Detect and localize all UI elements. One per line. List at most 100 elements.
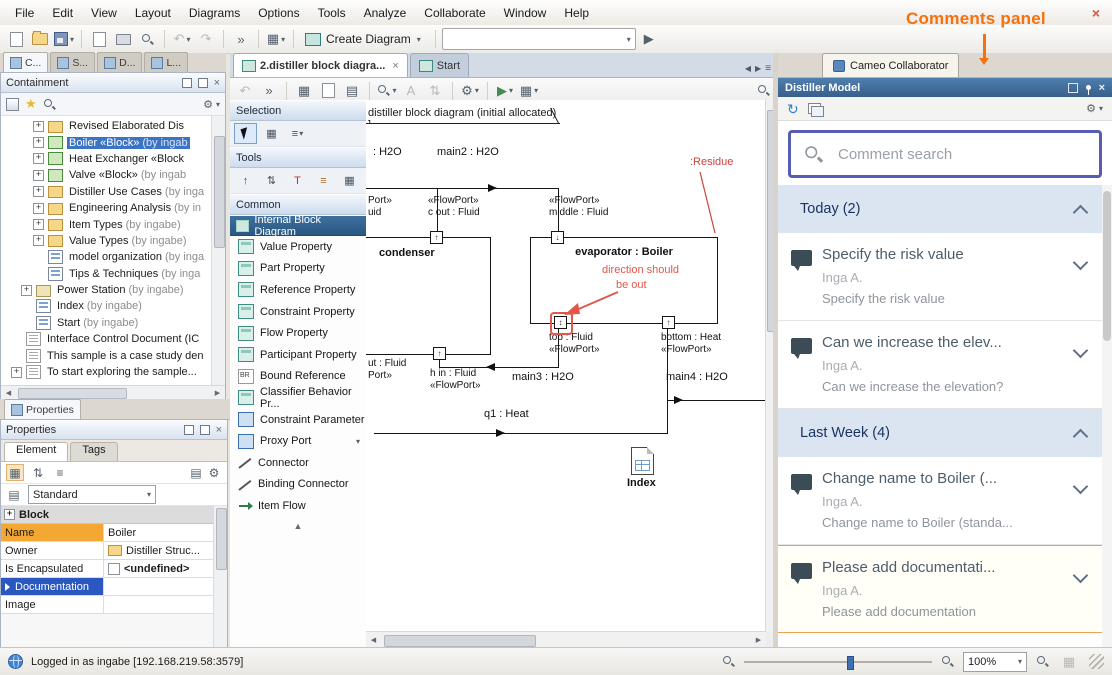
- palette-section-common[interactable]: Common: [230, 194, 366, 215]
- palette-item-proxy-port[interactable]: Proxy Port▾: [230, 430, 366, 452]
- comment-list[interactable]: Today (2) Specify the risk value Inga A.…: [778, 185, 1112, 648]
- comment-item-increase-elevation[interactable]: Can we increase the elev... Inga A. Can …: [778, 321, 1112, 409]
- close-tab-icon[interactable]: ×: [392, 60, 398, 72]
- menu-layout[interactable]: Layout: [126, 2, 180, 24]
- expander-icon[interactable]: [33, 219, 44, 230]
- sort-icon[interactable]: ⇅: [30, 465, 46, 480]
- zoom-level-select[interactable]: 100%▾: [963, 652, 1027, 672]
- menu-tools[interactable]: Tools: [309, 2, 355, 24]
- lasso-select-button[interactable]: ≡▾: [286, 123, 309, 144]
- scroll-left-icon[interactable]: ◀: [366, 636, 381, 644]
- palette-item-flow-property[interactable]: Flow Property: [230, 322, 366, 344]
- find-button[interactable]: [136, 28, 158, 50]
- undo-button[interactable]: ↶▾: [171, 28, 193, 50]
- comment-item-specify-risk[interactable]: Specify the risk value Inga A. Specify t…: [778, 233, 1112, 321]
- expander-icon[interactable]: [33, 235, 44, 246]
- scroll-left-icon[interactable]: ◀: [1, 389, 16, 397]
- property-row-documentation[interactable]: Documentation: [1, 578, 227, 596]
- next-tab-icon[interactable]: ▶: [755, 64, 761, 73]
- section-today[interactable]: Today (2): [778, 185, 1112, 233]
- palette-item-item-flow[interactable]: Item Flow: [230, 495, 366, 517]
- owner-value-cell[interactable]: Distiller Struc...: [104, 542, 227, 559]
- scrollbar-thumb[interactable]: [18, 388, 127, 399]
- menu-file[interactable]: File: [6, 2, 43, 24]
- menu-options[interactable]: Options: [249, 2, 308, 24]
- tree-item-heat-exchanger[interactable]: Heat Exchanger «Block: [1, 151, 225, 167]
- palette-item-binding-connector[interactable]: Binding Connector: [230, 474, 366, 496]
- tree-item-engineering-analysis[interactable]: Engineering Analysis(by in: [1, 200, 225, 216]
- run-button[interactable]: ▶: [638, 28, 660, 50]
- diagram-canvas[interactable]: distiller block diagram (initial allocat…: [366, 100, 778, 648]
- zoom-dropdown-icon[interactable]: ▾: [1018, 657, 1022, 666]
- table-tool-button[interactable]: ▦: [338, 170, 361, 191]
- palette-item-reference-property[interactable]: Reference Property: [230, 279, 366, 301]
- expand-comment-icon[interactable]: [1073, 255, 1089, 271]
- scrollbar-thumb[interactable]: [214, 136, 225, 248]
- tristate-checkbox-icon[interactable]: [108, 563, 120, 575]
- expander-icon[interactable]: [33, 153, 44, 164]
- validate-button[interactable]: »: [230, 28, 252, 50]
- redo-button[interactable]: ↷: [195, 28, 217, 50]
- close-panel-icon[interactable]: ×: [214, 79, 220, 87]
- tree-item-item-types[interactable]: Item Types(by ingabe): [1, 216, 225, 232]
- print-preview-button[interactable]: [88, 28, 110, 50]
- menu-edit[interactable]: Edit: [43, 2, 82, 24]
- port-c-out[interactable]: ↑: [430, 231, 443, 244]
- tree-item-start-exploring-note[interactable]: To start exploring the sample...: [1, 364, 225, 380]
- customize-icon[interactable]: ⚙: [206, 465, 222, 480]
- palette-item-classifier-behavior[interactable]: Classifier Behavior Pr...: [230, 387, 366, 409]
- tree-item-tips-techniques[interactable]: Tips & Techniques(by inga: [1, 266, 225, 282]
- layout-button[interactable]: ▦▾: [265, 28, 287, 50]
- port-middle[interactable]: ↓: [551, 231, 564, 244]
- layout-dropdown-icon[interactable]: ▾: [281, 35, 285, 44]
- pin-panel-icon[interactable]: [1086, 85, 1091, 90]
- window-close-icon[interactable]: ×: [1080, 5, 1112, 21]
- float-panel-icon[interactable]: [1068, 83, 1078, 93]
- tab-cameo-collaborator[interactable]: Cameo Collaborator: [822, 53, 959, 77]
- zoom-slider[interactable]: [744, 661, 932, 663]
- diagram-surface[interactable]: distiller block diagram (initial allocat…: [366, 100, 766, 632]
- port-h-in[interactable]: ↑: [433, 347, 446, 360]
- scrollbar-thumb[interactable]: [384, 635, 536, 647]
- zoom-dropdown-icon[interactable]: ▾: [392, 86, 396, 95]
- dependency-matrix-button[interactable]: ▤: [341, 80, 363, 102]
- tab-structure[interactable]: S...: [50, 52, 95, 72]
- print-button[interactable]: [112, 28, 134, 50]
- containment-options-dropdown-icon[interactable]: ▾: [216, 100, 220, 109]
- property-row-name[interactable]: Name Boiler: [1, 524, 227, 542]
- condenser-block[interactable]: condenser: [366, 237, 491, 355]
- refresh-icon[interactable]: ↻: [787, 103, 799, 115]
- scroll-right-icon[interactable]: ▶: [751, 636, 766, 644]
- close-panel-icon[interactable]: ×: [1099, 84, 1105, 92]
- palette-section-internal-block-diagram[interactable]: Internal Block Diagram: [230, 215, 366, 236]
- is-encapsulated-value-cell[interactable]: <undefined>: [104, 560, 227, 577]
- save-button[interactable]: ▾: [53, 28, 75, 50]
- zoom-out-icon[interactable]: [722, 655, 735, 668]
- proxy-port-dropdown-icon[interactable]: ▾: [356, 437, 360, 446]
- zoom-in-icon[interactable]: [941, 655, 954, 668]
- documentation-value-cell[interactable]: [104, 578, 227, 595]
- tab-list-icon[interactable]: ≡: [765, 63, 771, 74]
- tab-properties[interactable]: Properties: [4, 399, 81, 419]
- palette-item-bound-reference[interactable]: Bound Reference: [230, 366, 366, 388]
- magnet-tool-button[interactable]: ↑: [234, 170, 257, 191]
- undo-dropdown-icon[interactable]: ▾: [186, 35, 190, 44]
- fullscreen-button[interactable]: ▦: [1058, 651, 1080, 673]
- align-button[interactable]: ⇅: [424, 80, 446, 102]
- menu-diagrams[interactable]: Diagrams: [180, 2, 249, 24]
- float-panel-icon[interactable]: [182, 78, 192, 88]
- prev-tab-icon[interactable]: ◀: [745, 64, 751, 73]
- collaborator-gear-icon[interactable]: ⚙: [1086, 102, 1096, 115]
- diagram-back-button[interactable]: ↶: [234, 80, 256, 102]
- palette-item-constraint-property[interactable]: Constraint Property: [230, 301, 366, 323]
- collaborator-options-dropdown-icon[interactable]: ▾: [1099, 104, 1103, 113]
- comment-item-add-documentation[interactable]: Please add documentati... Inga A. Please…: [778, 545, 1112, 633]
- expander-icon[interactable]: [33, 121, 44, 132]
- scrollbar-thumb[interactable]: [1103, 191, 1111, 341]
- connector-main2[interactable]: [366, 188, 558, 189]
- canvas-horizontal-scrollbar[interactable]: ◀ ▶: [366, 631, 766, 648]
- zoom-fit-icon[interactable]: [1036, 655, 1049, 668]
- comment-search-box[interactable]: [788, 130, 1102, 178]
- marquee-select-button[interactable]: ▦: [260, 123, 283, 144]
- create-diagram-button[interactable]: Create Diagram ▾: [300, 30, 429, 48]
